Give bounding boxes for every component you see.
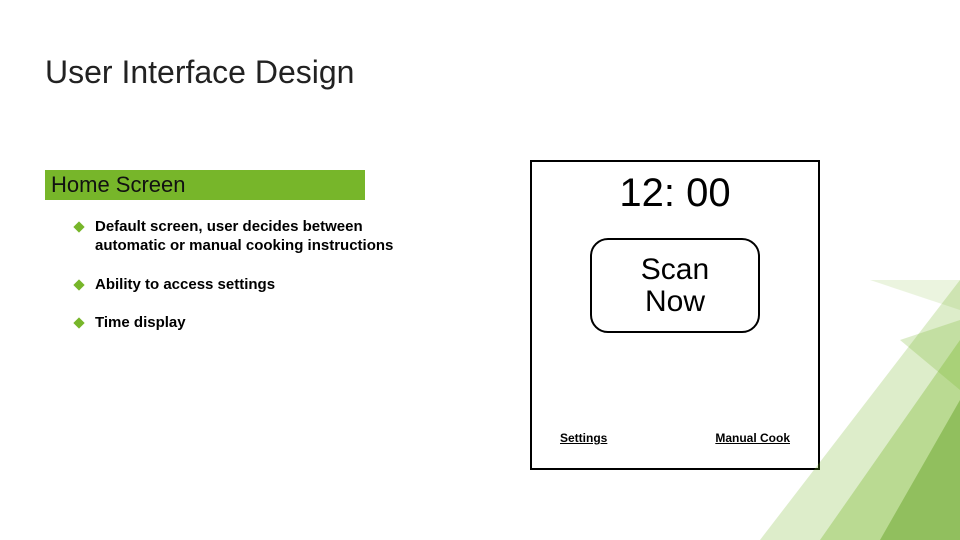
slide-title: User Interface Design <box>45 55 354 90</box>
bottom-row: Settings Manual Cook <box>542 431 808 445</box>
subheading-wrap: Home Screen <box>45 170 405 204</box>
left-column: Home Screen Default screen, user decides… <box>45 170 405 353</box>
device-mockup: 12: 00 Scan Now Settings Manual Cook <box>530 160 820 470</box>
manual-cook-link[interactable]: Manual Cook <box>715 431 790 445</box>
bullet-item: Default screen, user decides between aut… <box>75 218 405 256</box>
subheading: Home Screen <box>51 172 186 198</box>
settings-link[interactable]: Settings <box>560 431 607 445</box>
bullet-item: Ability to access settings <box>75 276 405 295</box>
device-screen: 12: 00 Scan Now Settings Manual Cook <box>542 167 808 463</box>
bullet-list: Default screen, user decides between aut… <box>75 218 405 333</box>
scan-now-button[interactable]: Scan Now <box>590 238 760 333</box>
time-display: 12: 00 <box>542 171 808 216</box>
slide: User Interface Design Home Screen Defaul… <box>0 0 960 540</box>
scan-now-label: Scan Now <box>641 254 709 317</box>
bullet-item: Time display <box>75 314 405 333</box>
